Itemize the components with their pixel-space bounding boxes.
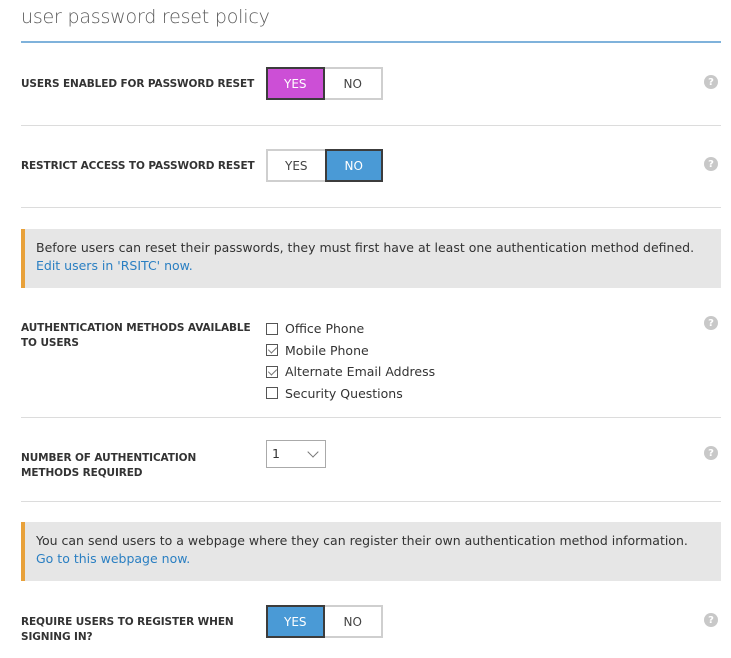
users-enabled-label: USERS ENABLED FOR PASSWORD RESET (21, 78, 255, 90)
require-register-label: REQUIRE USERS TO REGISTER WHEN SIGNING I… (21, 616, 234, 643)
chevron-down-icon (307, 446, 319, 458)
alternate-email-label: Alternate Email Address (285, 364, 436, 380)
auth-methods-list: Office Phone Mobile Phone Alternate Emai… (266, 318, 435, 404)
help-icon[interactable]: ? (704, 157, 718, 171)
page-title: user password reset policy (21, 6, 270, 28)
divider (21, 207, 721, 208)
checkbox-office-phone[interactable] (266, 322, 278, 335)
require-register-no-button[interactable]: NO (324, 605, 383, 638)
checkbox-alternate-email[interactable] (266, 365, 278, 378)
users-enabled-toggle[interactable]: YES NO (266, 67, 383, 100)
num-methods-label: NUMBER OF AUTHENTICATION METHODS REQUIRE… (21, 452, 197, 479)
mobile-phone-label: Mobile Phone (285, 342, 369, 358)
auth-method-security-questions[interactable]: Security Questions (266, 383, 435, 405)
divider (21, 501, 721, 502)
register-notice: You can send users to a webpage where th… (21, 522, 721, 581)
checkbox-security-questions[interactable] (266, 387, 278, 400)
restrict-access-label: RESTRICT ACCESS TO PASSWORD RESET (21, 160, 255, 172)
help-icon[interactable]: ? (704, 446, 718, 460)
help-icon[interactable]: ? (704, 75, 718, 89)
divider (21, 417, 721, 418)
edit-users-link[interactable]: Edit users in 'RSITC' now. (36, 258, 193, 273)
auth-methods-label: AUTHENTICATION METHODS AVAILABLE TO USER… (21, 322, 251, 349)
auth-method-alternate-email[interactable]: Alternate Email Address (266, 361, 435, 383)
register-notice-text: You can send users to a webpage where th… (36, 533, 688, 548)
security-questions-label: Security Questions (285, 385, 403, 401)
divider (21, 125, 721, 126)
auth-notice-text: Before users can reset their passwords, … (36, 240, 695, 255)
require-register-yes-button[interactable]: YES (266, 605, 325, 638)
num-methods-select[interactable]: 1 (266, 440, 326, 468)
office-phone-label: Office Phone (285, 321, 365, 337)
num-methods-value: 1 (272, 446, 280, 461)
title-underline (21, 41, 721, 43)
restrict-access-yes-button[interactable]: YES (266, 149, 325, 182)
auth-method-mobile-phone[interactable]: Mobile Phone (266, 340, 435, 362)
users-enabled-no-button[interactable]: NO (324, 67, 383, 100)
checkbox-mobile-phone[interactable] (266, 344, 278, 357)
require-register-toggle[interactable]: YES NO (266, 605, 383, 638)
restrict-access-toggle[interactable]: YES NO (266, 149, 383, 182)
auth-method-office-phone[interactable]: Office Phone (266, 318, 435, 340)
help-icon[interactable]: ? (704, 316, 718, 330)
help-icon[interactable]: ? (704, 613, 718, 627)
auth-method-notice: Before users can reset their passwords, … (21, 229, 721, 288)
users-enabled-yes-button[interactable]: YES (266, 67, 325, 100)
go-to-webpage-link[interactable]: Go to this webpage now. (36, 551, 190, 566)
restrict-access-no-button[interactable]: NO (324, 149, 383, 182)
